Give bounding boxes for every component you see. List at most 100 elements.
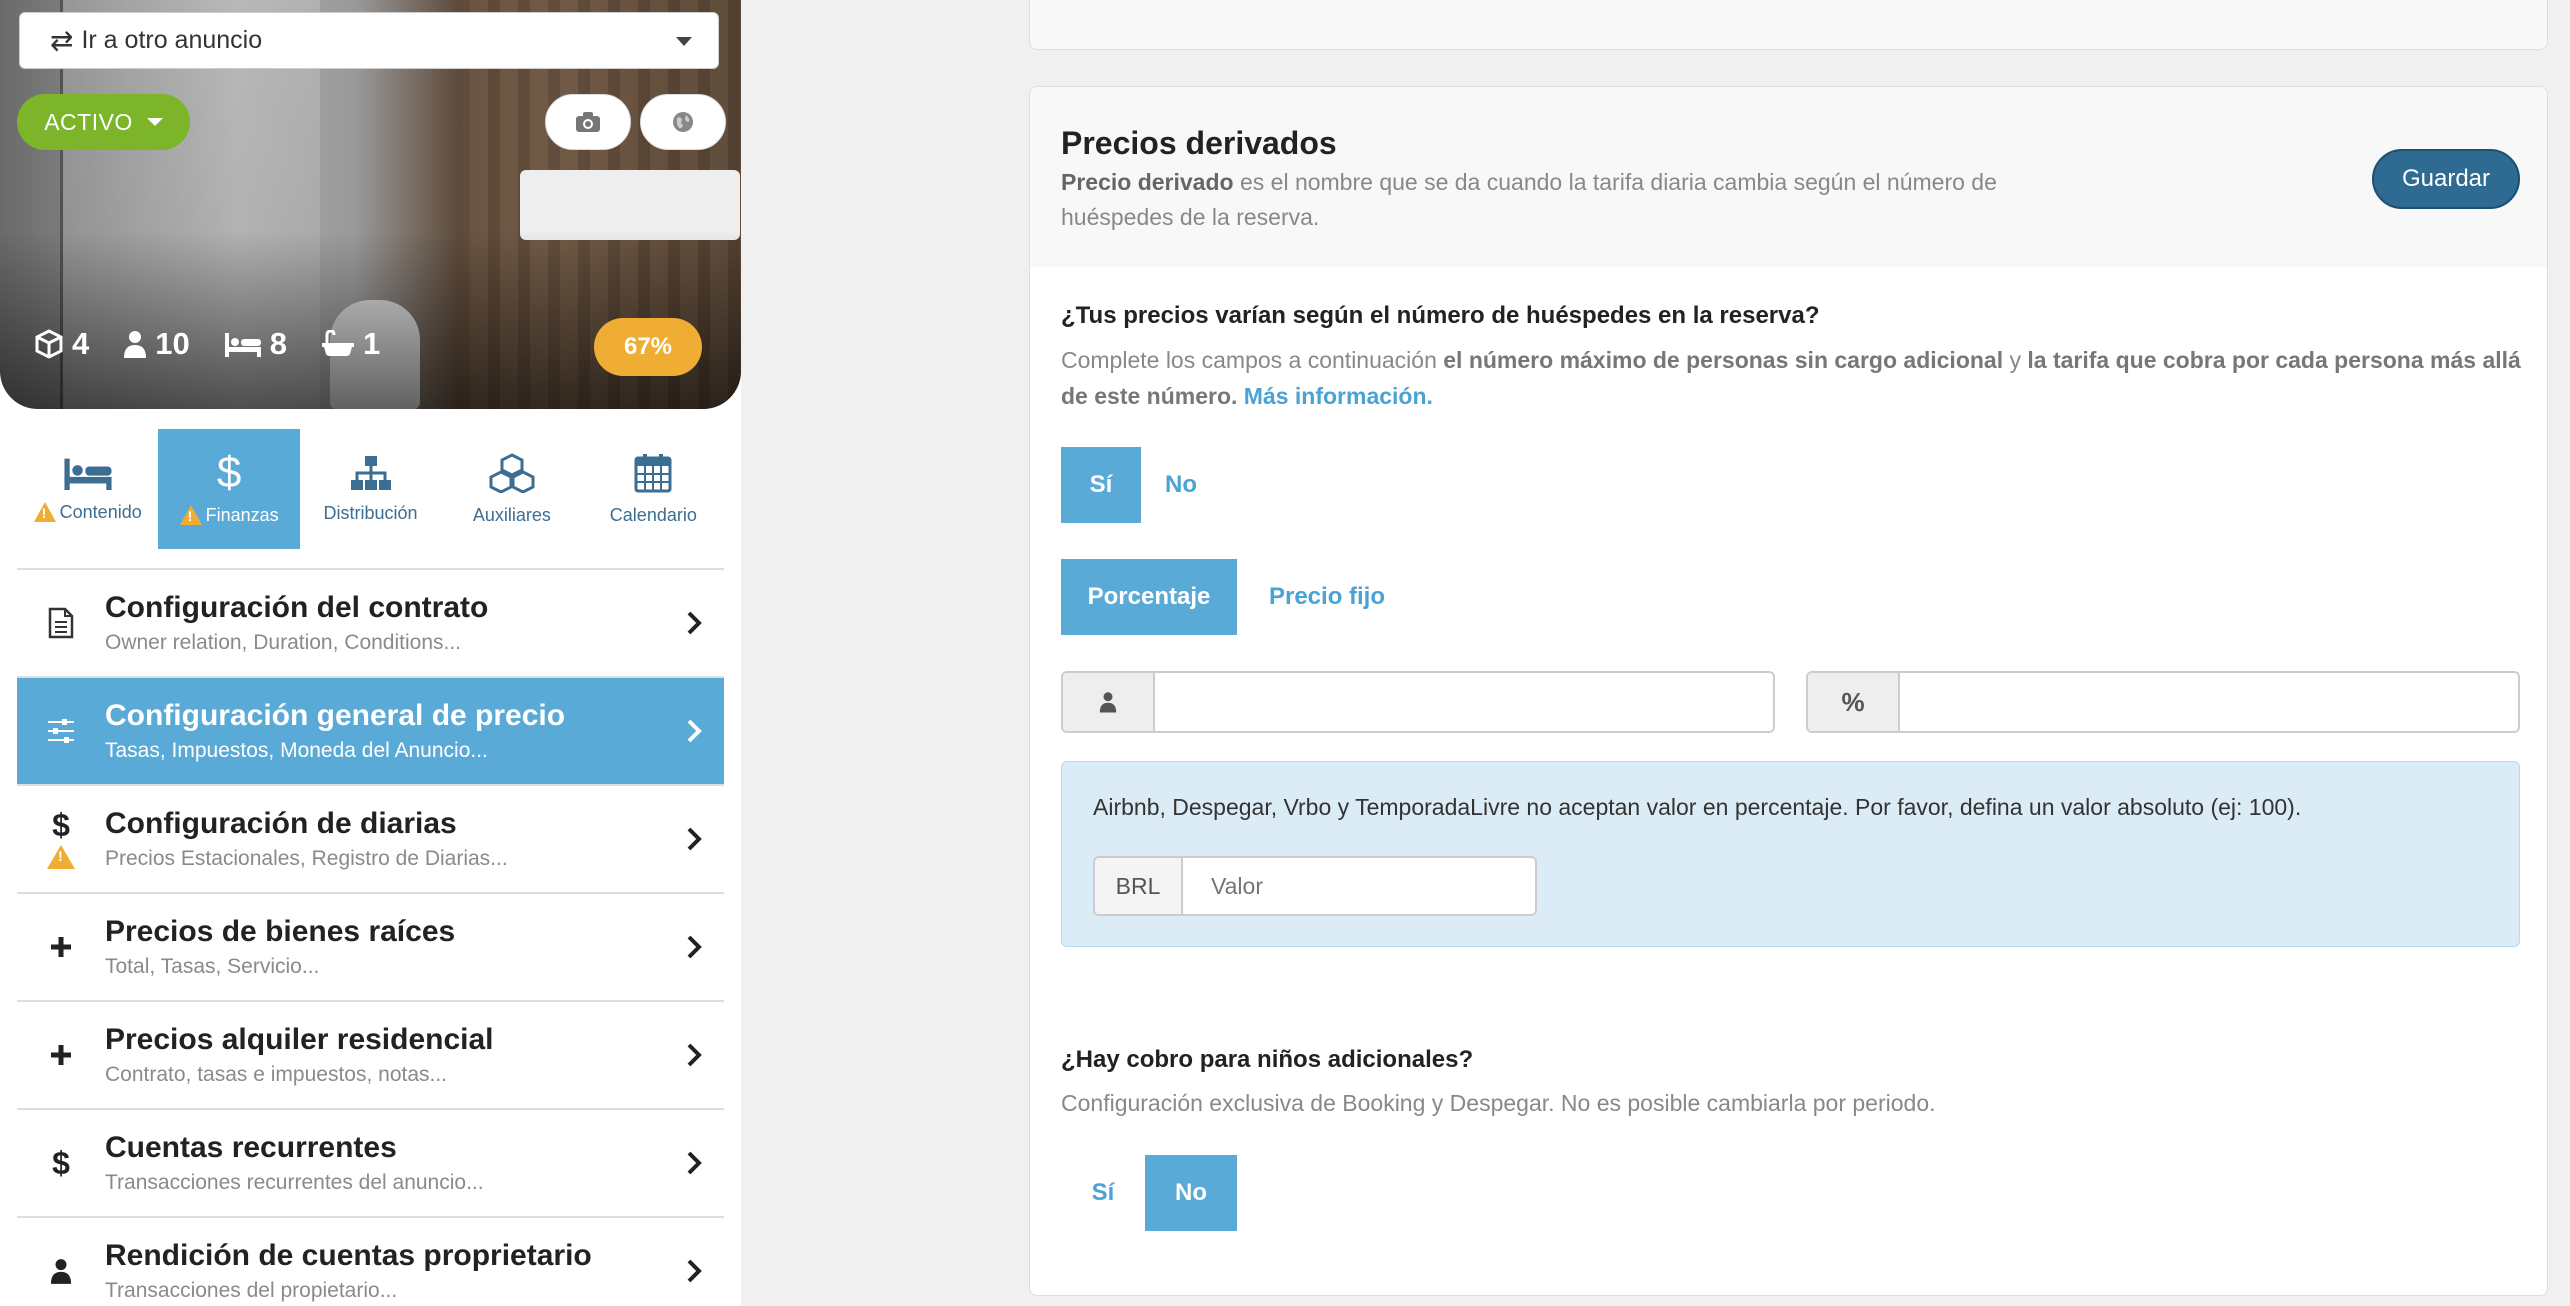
tab-calendario-label: Calendario — [609, 504, 697, 525]
card-title: Precios derivados — [1061, 125, 1337, 161]
warning-icon — [33, 502, 56, 522]
percentage-warning-alert: Airbnb, Despegar, Vrbo y TemporadaLivre … — [1061, 761, 2520, 947]
tab-auxiliares[interactable]: Auxiliares — [441, 429, 582, 549]
cube-icon — [35, 329, 63, 359]
rooms-value: 4 — [72, 326, 90, 361]
guests-yes-toggle[interactable]: Sí — [1061, 447, 1141, 523]
status-dropdown-button[interactable]: ACTIVO — [17, 94, 190, 150]
swap-icon: ⇄ — [50, 25, 74, 56]
previous-card — [1029, 0, 2548, 50]
bed-icon — [64, 458, 112, 490]
guests-question-description: Complete los campos a continuación el nú… — [1061, 342, 2521, 414]
menu-item-contrato[interactable]: Configuración del contrato Owner relatio… — [17, 570, 724, 678]
currency-addon: BRL — [1095, 858, 1183, 914]
user-icon — [1099, 692, 1117, 713]
save-button[interactable]: Guardar — [2372, 149, 2520, 209]
bed-icon — [224, 333, 261, 357]
chevron-right-icon — [687, 1151, 702, 1175]
user-icon — [50, 1259, 72, 1284]
go-to-listing-label: Ir a otro anuncio — [81, 26, 263, 54]
children-question-description: Configuración exclusiva de Booking y Des… — [1061, 1090, 1936, 1116]
bathtub-icon — [321, 330, 354, 356]
extra-rate-input[interactable] — [1900, 673, 2518, 731]
person-icon — [124, 331, 147, 358]
menu-item-title: Configuración de diarias — [105, 807, 457, 840]
tab-finanzas[interactable]: $ Finanzas — [158, 429, 300, 549]
website-button[interactable] — [640, 94, 726, 150]
sitemap-icon — [350, 455, 391, 490]
dollar-icon: $ — [52, 807, 70, 843]
beds-stat: 8 — [224, 326, 287, 362]
menu-item-cuentas-recurrentes[interactable]: $ Cuentas recurrentes Transacciones recu… — [17, 1110, 724, 1218]
chevron-right-icon — [687, 1259, 702, 1283]
warning-icon — [179, 505, 202, 525]
tab-calendario[interactable]: Calendario — [583, 429, 724, 549]
listing-stats: 4 10 8 1 — [34, 326, 380, 362]
baths-value: 1 — [362, 326, 381, 361]
menu-item-rendicion-propietario[interactable]: Rendición de cuentas proprietario Transa… — [17, 1218, 724, 1306]
guests-no-toggle[interactable]: No — [1141, 447, 1221, 523]
menu-item-title: Configuración del contrato — [105, 591, 489, 624]
absolute-value-input-group: BRL — [1093, 856, 1537, 916]
tab-distribucion-label: Distribución — [323, 502, 418, 523]
finance-menu: Configuración del contrato Owner relatio… — [17, 568, 724, 1306]
menu-item-alquiler-residencial[interactable]: Precios alquiler residencial Contrato, t… — [17, 1002, 724, 1110]
status-label: ACTIVO — [44, 108, 133, 135]
chevron-right-icon — [687, 719, 702, 743]
warning-icon — [47, 845, 75, 869]
menu-item-title: Configuración general de precio — [105, 699, 566, 732]
menu-item-bienes-raices[interactable]: Precios de bienes raíces Total, Tasas, S… — [17, 894, 724, 1002]
more-info-link[interactable]: Más información. — [1244, 383, 1433, 409]
globe-icon — [673, 112, 693, 132]
absolute-value-input[interactable] — [1183, 858, 1535, 914]
menu-item-precio-general[interactable]: Configuración general de precio Tasas, I… — [17, 678, 724, 786]
max-guests-input[interactable] — [1155, 673, 1773, 731]
baths-stat: 1 — [321, 326, 380, 362]
menu-item-title: Precios alquiler residencial — [105, 1023, 494, 1056]
document-icon — [48, 607, 74, 639]
photos-button[interactable] — [545, 94, 631, 150]
dollar-icon: $ — [216, 447, 242, 497]
derived-prices-card: Precios derivados Precio derivado es el … — [1029, 86, 2548, 1296]
menu-item-subtitle: Tasas, Impuestos, Moneda del Anuncio... — [105, 739, 488, 762]
fixed-price-toggle[interactable]: Precio fijo — [1237, 559, 1417, 635]
tab-contenido-label: Contenido — [59, 501, 142, 522]
section-tabs: Contenido $ Finanzas Distribución Auxili… — [17, 429, 724, 549]
calendar-icon — [634, 453, 672, 492]
guests-desc-b: el número máximo de personas sin cargo a… — [1443, 347, 2004, 373]
guests-stat: 10 — [123, 326, 190, 362]
go-to-listing-select[interactable]: ⇄ Ir a otro anuncio — [19, 12, 719, 69]
extra-rate-input-group: % — [1806, 671, 2520, 733]
menu-item-title: Cuentas recurrentes — [105, 1131, 397, 1164]
caret-down-icon — [676, 37, 692, 46]
percentage-toggle[interactable]: Porcentaje — [1061, 559, 1237, 635]
completion-score-badge: 67% — [594, 318, 702, 376]
card-header: Precios derivados Precio derivado es el … — [1030, 87, 2547, 267]
menu-item-subtitle: Total, Tasas, Servicio... — [105, 955, 320, 978]
children-question-title: ¿Hay cobro para niños adicionales? — [1061, 1046, 1474, 1073]
menu-item-subtitle: Contrato, tasas e impuestos, notas... — [105, 1063, 448, 1086]
caret-down-icon — [146, 118, 163, 126]
guests-question-title: ¿Tus precios varían según el número de h… — [1061, 302, 1820, 329]
menu-item-title: Rendición de cuentas proprietario — [105, 1239, 592, 1272]
sliders-icon — [48, 719, 74, 743]
menu-item-subtitle: Owner relation, Duration, Conditions... — [105, 631, 462, 654]
children-yes-toggle[interactable]: Sí — [1061, 1155, 1145, 1231]
listing-sidebar: ⇄ Ir a otro anuncio ACTIVO 4 10 8 1 67% … — [0, 0, 741, 1306]
camera-icon — [576, 112, 600, 132]
card-description-bold: Precio derivado — [1061, 169, 1234, 195]
guests-addon — [1063, 673, 1155, 731]
menu-item-diarias[interactable]: $ Configuración de diarias Precios Estac… — [17, 786, 724, 894]
menu-item-subtitle: Precios Estacionales, Registro de Diaria… — [105, 847, 508, 870]
tab-contenido[interactable]: Contenido — [17, 429, 158, 549]
chevron-right-icon — [687, 827, 702, 851]
menu-item-title: Precios de bienes raíces — [105, 915, 456, 948]
cubes-icon — [489, 452, 535, 493]
alert-text: Airbnb, Despegar, Vrbo y TemporadaLivre … — [1093, 794, 2302, 820]
children-no-toggle[interactable]: No — [1145, 1155, 1237, 1231]
tab-distribucion[interactable]: Distribución — [300, 429, 441, 549]
menu-item-subtitle: Transacciones recurrentes del anuncio... — [105, 1171, 484, 1194]
dollar-icon: $ — [52, 1144, 70, 1181]
plus-icon — [51, 937, 71, 957]
chevron-right-icon — [687, 611, 702, 635]
